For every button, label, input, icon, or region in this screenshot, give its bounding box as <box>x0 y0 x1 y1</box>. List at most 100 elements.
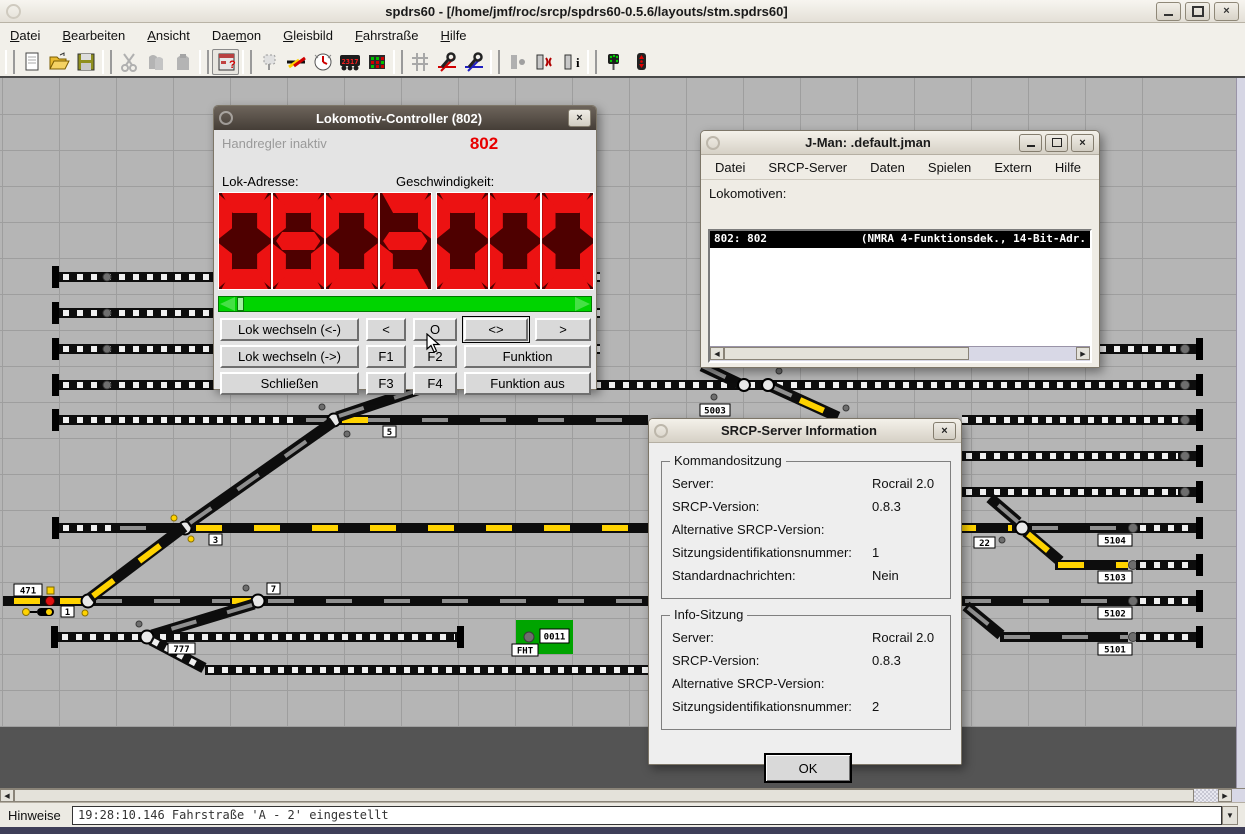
grid-button[interactable] <box>406 49 433 75</box>
close-button[interactable]: × <box>1214 2 1239 21</box>
track-edit-red-button[interactable] <box>433 49 460 75</box>
menu-hilfe[interactable]: Hilfe <box>441 28 467 43</box>
menu-ansicht[interactable]: Ansicht <box>147 28 190 43</box>
status-message-field[interactable]: 19:28:10.146 Fahrstraße 'A - 2' eingeste… <box>72 806 1222 825</box>
status-dropdown-icon[interactable]: ▼ <box>1222 806 1238 825</box>
menu-datei[interactable]: Datei <box>10 28 40 43</box>
close-icon[interactable]: × <box>933 422 956 440</box>
jman-menu-datei[interactable]: Datei <box>715 160 745 175</box>
schliessen-button[interactable]: Schließen <box>220 372 359 395</box>
svg-text:5102: 5102 <box>1104 610 1126 620</box>
loco-controller-title: Lokomotiv-Controller (802) <box>233 111 565 126</box>
info-sitzung-group: Info-Sitzung Server:Rocrail 2.0 SRCP-Ver… <box>661 615 951 730</box>
menu-daemon[interactable]: Daemon <box>212 28 261 43</box>
scroll-left-icon[interactable]: ◀ <box>0 789 14 802</box>
route-track-5103: 5103 <box>990 498 1203 584</box>
svg-text:5101: 5101 <box>1104 646 1126 656</box>
close-icon[interactable]: × <box>568 109 591 127</box>
scroll-left-icon[interactable]: ◀ <box>710 347 724 360</box>
copy-icon <box>145 51 167 73</box>
new-file-icon <box>21 51 43 73</box>
signal-red-button[interactable] <box>627 49 654 75</box>
slider-thumb[interactable] <box>237 297 244 311</box>
speed-slider[interactable] <box>218 296 592 312</box>
list-horizontal-scrollbar[interactable]: ◀ ▶ <box>710 346 1090 361</box>
lok-wechseln-next-button[interactable]: Lok wechseln (->) <box>220 345 359 368</box>
f1-button[interactable]: F1 <box>366 345 406 368</box>
locomotive-icon: 2317 <box>338 51 362 73</box>
properties-help-button[interactable]: ? <box>212 49 239 75</box>
direction-left-button[interactable]: < <box>366 318 406 341</box>
route-track-5101: 5101 <box>966 606 1203 656</box>
new-file-button[interactable] <box>18 49 45 75</box>
clock-button[interactable] <box>309 49 336 75</box>
f3-button[interactable]: F3 <box>366 372 406 395</box>
scroll-right-icon[interactable]: ▶ <box>1076 347 1090 360</box>
info-row: SRCP-Version:0.8.3 <box>662 649 950 672</box>
menu-fahrstrasse[interactable]: Fahrstraße <box>355 28 419 43</box>
track-label: 471 <box>14 584 42 597</box>
scroll-thumb[interactable] <box>14 789 1194 802</box>
switch-tool-button[interactable] <box>282 49 309 75</box>
signal-red-indicator[interactable] <box>46 597 55 606</box>
toolbar-separator <box>490 50 500 74</box>
info-row: Alternative SRCP-Version: <box>662 672 950 695</box>
lokomotiven-list[interactable]: 802: 802 (NMRA 4-Funktionsdek., 14-Bit-A… <box>708 229 1092 363</box>
scroll-thumb[interactable] <box>724 347 969 360</box>
jman-menu-extern[interactable]: Extern <box>994 160 1032 175</box>
block-button[interactable] <box>503 49 530 75</box>
lokomotiven-label: Lokomotiven: <box>701 180 1099 205</box>
svg-text:?: ? <box>229 59 236 71</box>
paste-button[interactable] <box>169 49 196 75</box>
scroll-right-icon[interactable]: ▶ <box>1218 789 1232 802</box>
direction-right-button[interactable]: > <box>535 318 591 341</box>
locomotive-button[interactable]: 2317 <box>336 49 363 75</box>
save-file-button[interactable] <box>72 49 99 75</box>
toolbar-separator <box>393 50 403 74</box>
switch[interactable] <box>738 379 750 391</box>
maximize-button[interactable] <box>1185 2 1210 21</box>
jman-menu-spielen[interactable]: Spielen <box>928 160 971 175</box>
jman-menu-daten[interactable]: Daten <box>870 160 905 175</box>
direction-toggle-button[interactable]: <> <box>464 318 528 341</box>
copy-button[interactable] <box>142 49 169 75</box>
save-file-icon <box>75 51 97 73</box>
block-occupancy-button[interactable] <box>530 49 557 75</box>
switch[interactable] <box>762 379 774 391</box>
slider-right-arrow-icon[interactable] <box>575 297 590 311</box>
funktion-button[interactable]: Funktion <box>464 345 591 368</box>
fht-panel[interactable]: 0011 FHT <box>512 620 573 657</box>
horizontal-scrollbar[interactable]: ◀ ▶ <box>0 788 1245 802</box>
f4-button[interactable]: F4 <box>413 372 457 395</box>
maximize-icon[interactable] <box>1045 134 1068 152</box>
svg-text:7: 7 <box>271 585 276 595</box>
vertical-scrollbar[interactable] <box>1236 78 1245 788</box>
jman-menu-hilfe[interactable]: Hilfe <box>1055 160 1081 175</box>
block-info-button[interactable]: i <box>557 49 584 75</box>
route-button[interactable] <box>47 587 54 594</box>
switch-tool-icon <box>285 51 307 73</box>
lok-wechseln-prev-button[interactable]: Lok wechseln (<-) <box>220 318 359 341</box>
dwarf-signal[interactable] <box>23 608 55 616</box>
menu-bearbeiten[interactable]: Bearbeiten <box>62 28 125 43</box>
list-item-selected[interactable]: 802: 802 (NMRA 4-Funktionsdek., 14-Bit-A… <box>710 231 1090 248</box>
scroll-track[interactable] <box>1194 789 1218 802</box>
slider-left-arrow-icon[interactable] <box>220 297 235 311</box>
signal-green-button[interactable] <box>600 49 627 75</box>
ok-button[interactable]: OK <box>764 753 852 783</box>
jman-menu-srcp-server[interactable]: SRCP-Server <box>768 160 847 175</box>
menu-gleisbild[interactable]: Gleisbild <box>283 28 333 43</box>
signal-properties-button[interactable] <box>255 49 282 75</box>
minimize-button[interactable] <box>1156 2 1181 21</box>
close-icon[interactable]: × <box>1071 134 1094 152</box>
track-edit-blue-button[interactable] <box>460 49 487 75</box>
track-label: 777 <box>168 643 195 655</box>
open-file-icon <box>48 51 70 73</box>
open-file-button[interactable] <box>45 49 72 75</box>
dialog-icon <box>654 424 668 438</box>
handregler-status: Handregler inaktiv <box>222 136 327 151</box>
funktion-aus-button[interactable]: Funktion aus <box>464 372 591 395</box>
cut-button[interactable] <box>115 49 142 75</box>
minimize-icon[interactable] <box>1019 134 1042 152</box>
led-matrix-button[interactable] <box>363 49 390 75</box>
